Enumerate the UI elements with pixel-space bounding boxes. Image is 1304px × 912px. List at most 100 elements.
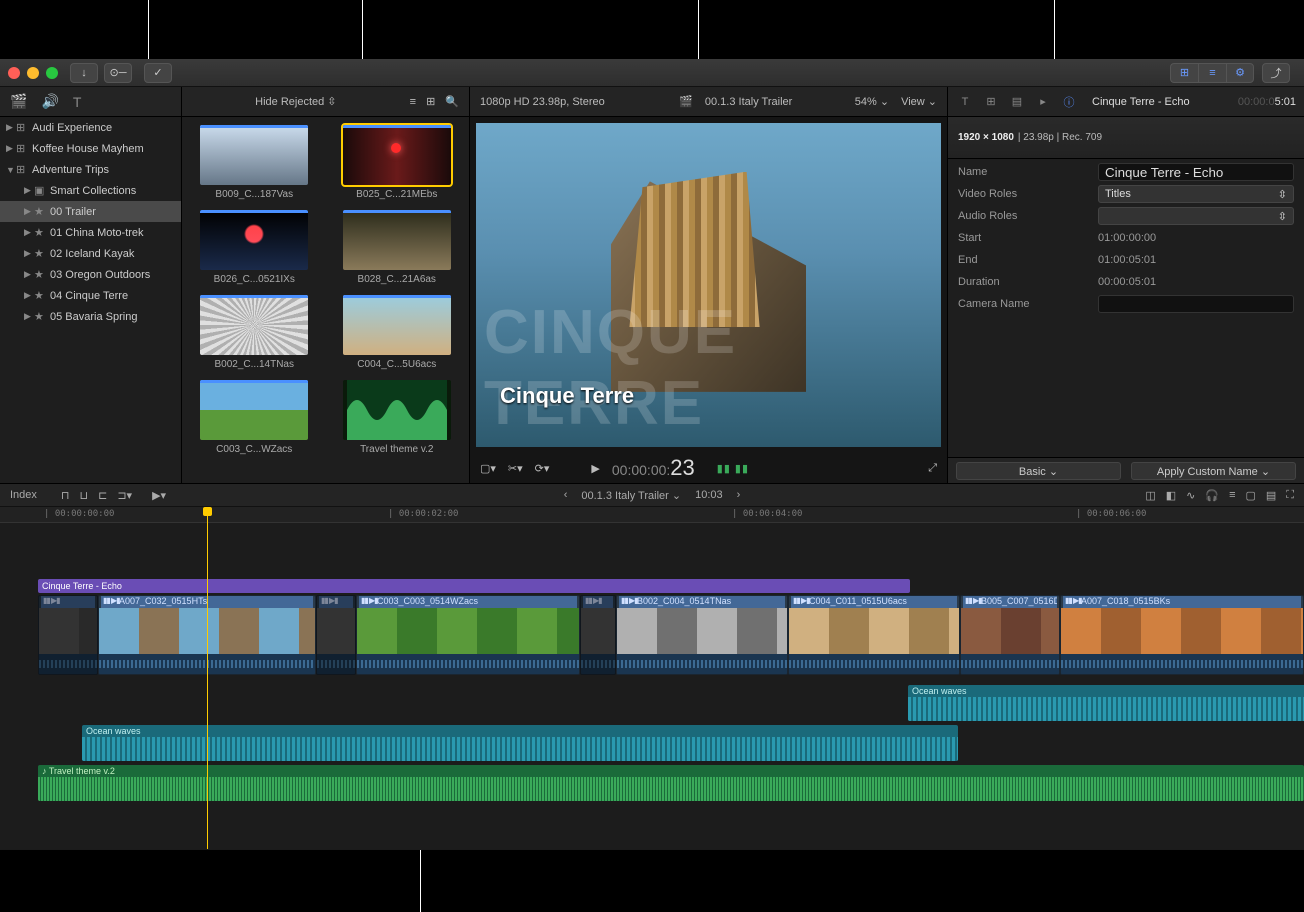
title-clip[interactable]: Cinque Terre - Echo	[38, 579, 910, 593]
info-inspector-tab[interactable]: ⓘ	[1060, 94, 1078, 110]
minimize-button[interactable]	[27, 67, 39, 79]
import-button[interactable]: ↓	[70, 63, 98, 83]
titles-tab-icon[interactable]: T	[73, 94, 82, 110]
grid-list-toggle-icon[interactable]: ⊞	[426, 95, 435, 108]
sidebar-item-01-china[interactable]: ▶★01 China Moto-trek	[0, 222, 181, 243]
sidebar-item-02-iceland[interactable]: ▶★02 Iceland Kayak	[0, 243, 181, 264]
zoom-button[interactable]	[46, 67, 58, 79]
viewer-timecode[interactable]: 00:00:00:23	[612, 455, 695, 481]
libraries-sidebar: 🎬 🔊 T ▶⊞Audi Experience ▶⊞Koffee House M…	[0, 87, 182, 483]
video-clip[interactable]	[316, 595, 356, 675]
video-clip[interactable]: B005_C007_0516D1...	[960, 595, 1060, 675]
video-clip[interactable]: A007_C032_0515HTs	[98, 595, 316, 675]
video-clip[interactable]: A007_C018_0515BKs	[1060, 595, 1304, 675]
timeline-panel-toggle[interactable]: ≡	[1198, 63, 1226, 83]
viewer: 1080p HD 23.98p, Stereo 🎬 00.1.3 Italy T…	[470, 87, 948, 483]
browser-clip[interactable]: B026_C...0521IXs	[190, 210, 319, 285]
titlebar: ↓ ⊙─ ✓ ⊞ ≡ ⚙ ⤴	[0, 59, 1304, 87]
fullscreen-icon[interactable]: ⤢	[928, 462, 937, 475]
browser-grid: B009_C...187VasB025_C...21MEbsB026_C...0…	[182, 117, 469, 483]
prop-video-roles-select[interactable]: Titles⇳	[1098, 185, 1294, 203]
sidebar-item-adventure[interactable]: ▼⊞Adventure Trips	[0, 159, 181, 180]
inspector-panel-toggle[interactable]: ⚙	[1226, 63, 1254, 83]
sidebar-item-04-cinque[interactable]: ▶★04 Cinque Terre	[0, 285, 181, 306]
sidebar-item-00-trailer[interactable]: ▶★00 Trailer	[0, 201, 181, 222]
inspector: T ⊞ ▤ ▸ ⓘ Cinque Terre - Echo 00:00:05:0…	[948, 87, 1304, 483]
clip-appearance-icon[interactable]: ≡	[410, 96, 416, 108]
transform-menu-icon[interactable]: ▢▾	[480, 462, 496, 475]
retime-menu-icon[interactable]: ✂▾	[508, 462, 523, 475]
text-inspector-tab[interactable]: T	[956, 96, 974, 108]
viewer-canvas[interactable]: CINQUE TERRE Cinque Terre	[476, 123, 941, 447]
audio-meters: ▮▮ ▮▮	[717, 462, 749, 475]
sidebar-item-03-oregon[interactable]: ▶★03 Oregon Outdoors	[0, 264, 181, 285]
audio-skimming-icon[interactable]: ∿	[1186, 489, 1195, 502]
tool-select-icon[interactable]: ▶▾	[152, 489, 166, 502]
sidebar-tree: ▶⊞Audi Experience ▶⊞Koffee House Mayhem …	[0, 117, 181, 327]
zoom-level[interactable]: 54% ⌄	[855, 95, 889, 108]
snapping-icon[interactable]: ◧	[1166, 489, 1176, 502]
browser-clip[interactable]: B009_C...187Vas	[190, 125, 319, 200]
browser-panel-toggle[interactable]: ⊞	[1170, 63, 1198, 83]
sound-tab-icon[interactable]: 🔊	[41, 93, 58, 110]
metadata-view-menu[interactable]: Basic ⌄	[956, 462, 1121, 480]
timeline-fullscreen-icon[interactable]: ⛶	[1286, 489, 1294, 502]
keyword-editor-button[interactable]: ⊙─	[104, 63, 132, 83]
sidebar-item-05-bavaria[interactable]: ▶★05 Bavaria Spring	[0, 306, 181, 327]
timeline[interactable]: | 00:00:00:00| 00:00:02:00| 00:00:04:00|…	[0, 507, 1304, 849]
overwrite-icon[interactable]: ⊐▾	[117, 489, 132, 502]
video-inspector-tab[interactable]: ⊞	[982, 95, 1000, 108]
browser-clip[interactable]: B028_C...21A6as	[333, 210, 462, 285]
transition-inspector-tab[interactable]: ▸	[1034, 95, 1052, 108]
timeline-project-name[interactable]: 00.1.3 Italy Trailer ⌄	[581, 489, 681, 502]
search-icon[interactable]: 🔍	[445, 95, 459, 108]
prop-audio-roles-select[interactable]: ⇳	[1098, 207, 1294, 225]
browser-clip[interactable]: C003_C...WZacs	[190, 380, 319, 455]
prop-name-input[interactable]	[1098, 163, 1294, 181]
timeline-history-next-icon[interactable]: ›	[737, 489, 741, 501]
inspector-duration: 00:00:05:01	[1238, 95, 1296, 108]
filter-menu[interactable]: Hide Rejected ⇳	[255, 95, 336, 108]
solo-icon[interactable]: 🎧	[1205, 489, 1219, 502]
clip-appearance-icon[interactable]: ≡	[1229, 489, 1235, 502]
timeline-index-icon[interactable]: ▤	[1266, 489, 1276, 502]
video-clip[interactable]	[38, 595, 98, 675]
inspector-preview-strip: 1920 × 1080| 23.98p | Rec. 709	[948, 117, 1304, 159]
sidebar-item-audi[interactable]: ▶⊞Audi Experience	[0, 117, 181, 138]
share-button[interactable]: ⤴	[1262, 63, 1290, 83]
close-button[interactable]	[8, 67, 20, 79]
connect-icon[interactable]: ⊓	[61, 489, 70, 502]
video-clip[interactable]: C003_C003_0514WZacs	[356, 595, 580, 675]
sidebar-item-smart-collections[interactable]: ▶▣Smart Collections	[0, 180, 181, 201]
browser-clip[interactable]: C004_C...5U6acs	[333, 295, 462, 370]
background-tasks-button[interactable]: ✓	[144, 63, 172, 83]
primary-storyline: A007_C032_0515HTs C003_C003_0514WZacs B002…	[38, 595, 1304, 675]
audio-clip-ocean-2[interactable]: Ocean waves	[82, 725, 958, 761]
timeline-ruler[interactable]: | 00:00:00:00| 00:00:02:00| 00:00:04:00|…	[0, 507, 1304, 523]
browser-clip[interactable]: B002_C...14TNas	[190, 295, 319, 370]
append-icon[interactable]: ⊏	[98, 489, 107, 502]
clips-tab-icon[interactable]: 🎬	[10, 93, 27, 110]
insert-icon[interactable]: ⊔	[80, 489, 89, 502]
timeline-history-prev-icon[interactable]: ‹	[564, 489, 568, 501]
skimming-icon[interactable]: ◫	[1145, 489, 1155, 502]
browser-clip[interactable]: B025_C...21MEbs	[333, 125, 462, 200]
audio-clip-ocean-1[interactable]: Ocean waves	[908, 685, 1304, 721]
enhance-menu-icon[interactable]: ⟳▾	[535, 462, 550, 475]
effects-browser-icon[interactable]: ▢	[1245, 489, 1255, 502]
prop-camera-input[interactable]	[1098, 295, 1294, 313]
browser-clip[interactable]: Travel theme v.2	[333, 380, 462, 455]
play-button[interactable]: ▶	[591, 462, 599, 475]
apply-custom-name-menu[interactable]: Apply Custom Name ⌄	[1131, 462, 1296, 480]
generator-inspector-tab[interactable]: ▤	[1008, 95, 1026, 108]
prop-camera-label: Camera Name	[958, 298, 1098, 310]
music-clip[interactable]: ♪ Travel theme v.2	[38, 765, 1304, 801]
prop-audio-roles-label: Audio Roles	[958, 210, 1098, 222]
video-clip[interactable]: B002_C004_0514TNas	[616, 595, 788, 675]
sidebar-item-koffee[interactable]: ▶⊞Koffee House Mayhem	[0, 138, 181, 159]
timeline-index-button[interactable]: Index	[10, 489, 37, 501]
video-clip[interactable]: C004_C011_0515U6acs	[788, 595, 960, 675]
view-menu[interactable]: View ⌄	[901, 95, 937, 108]
video-clip[interactable]	[580, 595, 616, 675]
title-background-text: CINQUE TERRE	[484, 297, 933, 439]
